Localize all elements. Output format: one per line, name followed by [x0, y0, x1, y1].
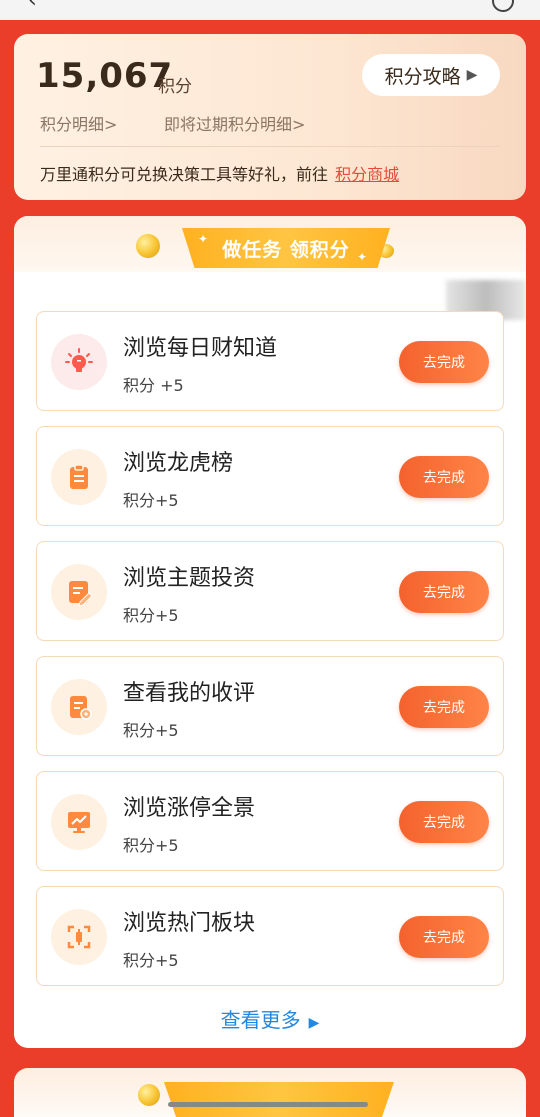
view-more-link[interactable]: 查看更多 ▶	[14, 1004, 526, 1033]
candlestick-icon	[67, 925, 91, 949]
task-title: 浏览主题投资	[123, 566, 256, 591]
task-title: 查看我的收评	[123, 681, 256, 706]
complete-task-button[interactable]: 去完成	[399, 686, 489, 728]
next-panel	[14, 1068, 526, 1117]
help-icon[interactable]	[492, 0, 514, 12]
tasks-panel: ✦ 做任务 领积分 ✦ 浏览每日财知道 积分 +5 去完成 浏览龙虎榜 积分+5…	[14, 216, 526, 1048]
edit-document-icon	[69, 581, 93, 606]
task-icon-bg	[51, 679, 107, 735]
task-title: 浏览龙虎榜	[123, 451, 234, 476]
expiring-points-link[interactable]: 即将过期积分明细>	[164, 111, 305, 135]
review-document-icon	[70, 696, 92, 720]
task-icon-bg	[51, 794, 107, 850]
home-indicator	[168, 1102, 368, 1107]
chevron-right-icon: ▶	[466, 67, 478, 83]
task-item: 浏览涨停全景 积分+5 去完成	[36, 771, 504, 871]
complete-task-button[interactable]: 去完成	[399, 456, 489, 498]
task-points: 积分+5	[123, 721, 179, 740]
divider	[40, 146, 500, 147]
task-item: 浏览热门板块 积分+5 去完成	[36, 886, 504, 986]
points-balance: 15,067	[36, 56, 174, 96]
task-item: 浏览龙虎榜 积分+5 去完成	[36, 426, 504, 526]
task-item: 查看我的收评 积分+5 去完成	[36, 656, 504, 756]
tasks-banner-title: 做任务 领积分	[222, 238, 350, 261]
complete-task-button[interactable]: 去完成	[399, 341, 489, 383]
complete-task-button[interactable]: 去完成	[399, 571, 489, 613]
back-icon[interactable]: ‹	[28, 0, 37, 13]
task-item: 浏览每日财知道 积分 +5 去完成	[36, 311, 504, 411]
tasks-banner: ✦ 做任务 领积分 ✦	[182, 228, 390, 268]
lightbulb-icon	[65, 348, 93, 372]
coin-icon	[138, 1084, 160, 1106]
top-nav-bar: ‹	[0, 0, 540, 20]
complete-task-button[interactable]: 去完成	[399, 916, 489, 958]
clipboard-icon	[70, 464, 88, 489]
task-points: 积分+5	[123, 491, 179, 510]
redeem-text: 万里通积分可兑换决策工具等好礼，前往	[40, 165, 329, 184]
task-points: 积分+5	[123, 836, 179, 855]
task-title: 浏览涨停全景	[123, 796, 256, 821]
complete-task-button[interactable]: 去完成	[399, 801, 489, 843]
task-item: 浏览主题投资 积分+5 去完成	[36, 541, 504, 641]
sparkle-icon: ✦	[198, 232, 210, 246]
task-points: 积分+5	[123, 606, 179, 625]
points-mall-link[interactable]: 积分商城	[335, 165, 399, 184]
points-detail-link[interactable]: 积分明细>	[40, 111, 117, 135]
trend-monitor-icon	[68, 812, 90, 833]
task-points: 积分 +5	[123, 376, 184, 395]
coin-icon	[136, 234, 160, 258]
points-strategy-label: 积分攻略	[384, 65, 461, 88]
view-more-label: 查看更多	[220, 1008, 301, 1032]
points-unit: 积分	[158, 77, 192, 97]
next-panel-banner	[164, 1082, 394, 1117]
triangle-right-icon: ▶	[308, 1015, 320, 1031]
task-icon-bg	[51, 909, 107, 965]
points-summary-card: 15,067 积分 积分攻略 ▶ 积分明细> 即将过期积分明细> 万里通积分可兑…	[14, 34, 526, 200]
redeem-info: 万里通积分可兑换决策工具等好礼，前往 积分商城	[40, 161, 399, 185]
points-strategy-button[interactable]: 积分攻略 ▶	[362, 54, 500, 96]
sparkle-icon: ✦	[356, 250, 368, 264]
task-icon-bg	[51, 449, 107, 505]
task-points: 积分+5	[123, 951, 179, 970]
task-icon-bg	[51, 564, 107, 620]
task-title: 浏览热门板块	[123, 911, 256, 936]
task-icon-bg	[51, 334, 107, 390]
task-title: 浏览每日财知道	[123, 336, 278, 361]
